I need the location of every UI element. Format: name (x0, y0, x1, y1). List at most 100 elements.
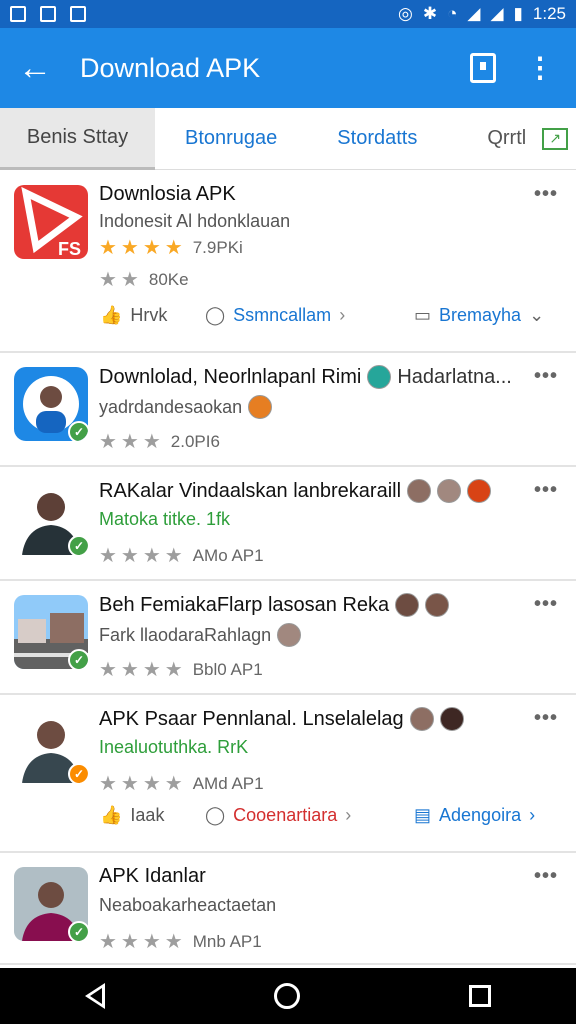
like-button[interactable]: 👍 Iaak (100, 805, 164, 826)
item-subtitle: Matoka titke. 1fk (99, 509, 231, 529)
rating-value: Bbl0 AP1 (192, 659, 263, 679)
tab-2[interactable]: Stordatts (337, 108, 417, 170)
app-icon: ✓ (14, 481, 88, 555)
overflow-menu-icon[interactable]: ⋮ (526, 54, 554, 82)
back-arrow-icon[interactable]: ← (0, 51, 70, 85)
battery-icon: ▮ (513, 4, 523, 23)
app-icon: ✓ (14, 709, 88, 783)
item-more-icon[interactable]: ••• (534, 183, 558, 206)
item-rating-line: ★★★★ AMo AP1 (99, 543, 264, 568)
app-icon: ✓ (14, 595, 88, 669)
rating-value: AMo AP1 (192, 545, 264, 565)
list-item[interactable]: ✓ APK Psaar Pennlanal. Lnselalelag Ineal… (0, 695, 576, 853)
item-title-row: APK Psaar Pennlanal. Lnselalelag (99, 707, 464, 731)
item-rating-line: ★★★ 2.0PI6 (99, 429, 220, 454)
tab-3-label: Qrrtl (487, 127, 527, 149)
app-icon: FS (14, 185, 88, 259)
app-list: FS Downlosia APK Indonesit Al hdonklauan… (0, 171, 576, 965)
item-more-icon[interactable]: ••• (534, 707, 558, 730)
app-notification-icon (70, 6, 86, 22)
item-subtitle: Fark llaodaraRahlagn (99, 624, 272, 645)
rating-stars-icon: ★★★★ (99, 545, 187, 567)
item-more-icon[interactable]: ••• (534, 865, 558, 888)
check-notification-icon (40, 6, 56, 22)
item-title-extra: Hadarlatna... (397, 365, 512, 388)
tab-0[interactable]: Benis Sttay (0, 107, 155, 170)
chevron-right-icon: › (339, 304, 346, 325)
item-rating-line: ★★★★ Bbl0 AP1 (99, 657, 263, 682)
rating-value: 2.0PI6 (170, 431, 220, 451)
rating-stars-icon: ★★★ (99, 431, 165, 453)
app-bar: ← Download APK ⋮ (0, 28, 576, 108)
app-icon: ✓ (14, 867, 88, 941)
rating-stars-icon: ★★★★ (99, 931, 187, 953)
list-item[interactable]: FS Downlosia APK Indonesit Al hdonklauan… (0, 171, 576, 353)
comment-icon: ◯ (205, 304, 226, 325)
like-label: Iaak (130, 804, 165, 825)
nav-home-icon[interactable] (273, 983, 300, 1009)
share-button[interactable]: ▭ Bremayha ⌄ (414, 305, 544, 326)
tab-3[interactable]: Qrrtl ↗ (487, 108, 569, 170)
alarm-icon: ◎ (398, 4, 413, 23)
item-title: Downlosia APK (99, 183, 236, 205)
system-nav-bar (0, 968, 576, 1024)
rating-value: Mnb AP1 (192, 931, 262, 951)
list-item[interactable]: ✓ APK Idanlar Neaboakarheactaetan ★★★★ M… (0, 853, 576, 965)
item-rating-line: ★★★★ 7.9PKi (99, 235, 243, 260)
avatar (248, 395, 273, 419)
tab-1[interactable]: Btonrugae (185, 108, 277, 170)
thumbs-up-icon: 👍 (100, 304, 123, 325)
avatar (277, 623, 302, 647)
verified-check-icon: ✓ (68, 921, 88, 941)
item-title-row: Downlolad, Neorlnlapanl Rimi Hadarlatna.… (99, 365, 512, 389)
verified-check-icon: ✓ (68, 649, 88, 669)
share-button[interactable]: ▤ Adengoira › (414, 805, 535, 826)
comment-button[interactable]: ◯ Ssmncallam › (205, 305, 345, 326)
verified-check-icon: ✓ (68, 763, 88, 783)
item-subtitle-row: Fark llaodaraRahlagn (99, 623, 302, 647)
item-rating-line: ★★★★ AMd AP1 (99, 771, 264, 796)
rating-stars-icon: ★★★★ (99, 237, 187, 259)
nav-recents-icon[interactable] (469, 985, 492, 1007)
item-title: Beh FemiakaFlarp lasosan Reka (99, 593, 390, 616)
image-tab-icon: ↗ (542, 127, 569, 150)
item-more-icon[interactable]: ••• (534, 479, 558, 502)
comment-icon: ◯ (205, 804, 226, 825)
share-label: Adengoira (439, 804, 522, 825)
avatar (367, 365, 392, 389)
list-item[interactable]: ✓ Beh FemiakaFlarp lasosan Reka Fark lla… (0, 581, 576, 695)
avatar (425, 593, 450, 617)
rating-stars-icon: ★★★★ (99, 659, 187, 681)
list-item[interactable]: ✓ Downlolad, Neorlnlapanl Rimi Hadarlatn… (0, 353, 576, 467)
list-icon: ▤ (414, 804, 432, 825)
item-rating-line-2: ★★ 80Ke (99, 267, 189, 292)
item-title-row: RAKalar Vindaalskan lanbrekaraill (99, 479, 492, 503)
bookmark-icon[interactable] (470, 53, 496, 83)
nav-back-icon[interactable] (84, 983, 105, 1009)
item-subtitle: yadrdandesaokan (99, 396, 243, 417)
avatar (439, 707, 464, 731)
page-title: Download APK (80, 52, 261, 83)
app-icon: ✓ (14, 367, 88, 441)
signal-icon: ◢ (467, 4, 481, 23)
like-label: Hrvk (130, 304, 168, 325)
item-title-row: Beh FemiakaFlarp lasosan Reka (99, 593, 450, 617)
list-item[interactable]: ✓ RAKalar Vindaalskan lanbrekaraill Mato… (0, 467, 576, 581)
item-rating-line: ★★★★ Mnb AP1 (99, 929, 262, 954)
like-button[interactable]: 👍 Hrvk (100, 305, 167, 326)
comment-label: Cooenartiara (233, 804, 338, 825)
avatar (437, 479, 462, 503)
chevron-right-icon: › (529, 804, 536, 825)
comment-button[interactable]: ◯ Cooenartiara › (205, 805, 351, 826)
tab-bar: Benis Sttay Btonrugae Stordatts Qrrtl ↗ (0, 107, 576, 170)
share-label: Bremayha (439, 304, 522, 325)
rating-stars-icon: ★★ (99, 269, 143, 291)
bluetooth-icon: ✱ (422, 4, 438, 23)
item-subtitle: Indonesit Al hdonklauan (99, 211, 291, 231)
wifi-icon: ◔ (447, 4, 458, 23)
item-more-icon[interactable]: ••• (534, 593, 558, 616)
bookmark-small-icon: ▭ (414, 304, 432, 325)
item-more-icon[interactable]: ••• (534, 365, 558, 388)
verified-check-icon: ✓ (68, 535, 88, 555)
avatar (409, 707, 434, 731)
